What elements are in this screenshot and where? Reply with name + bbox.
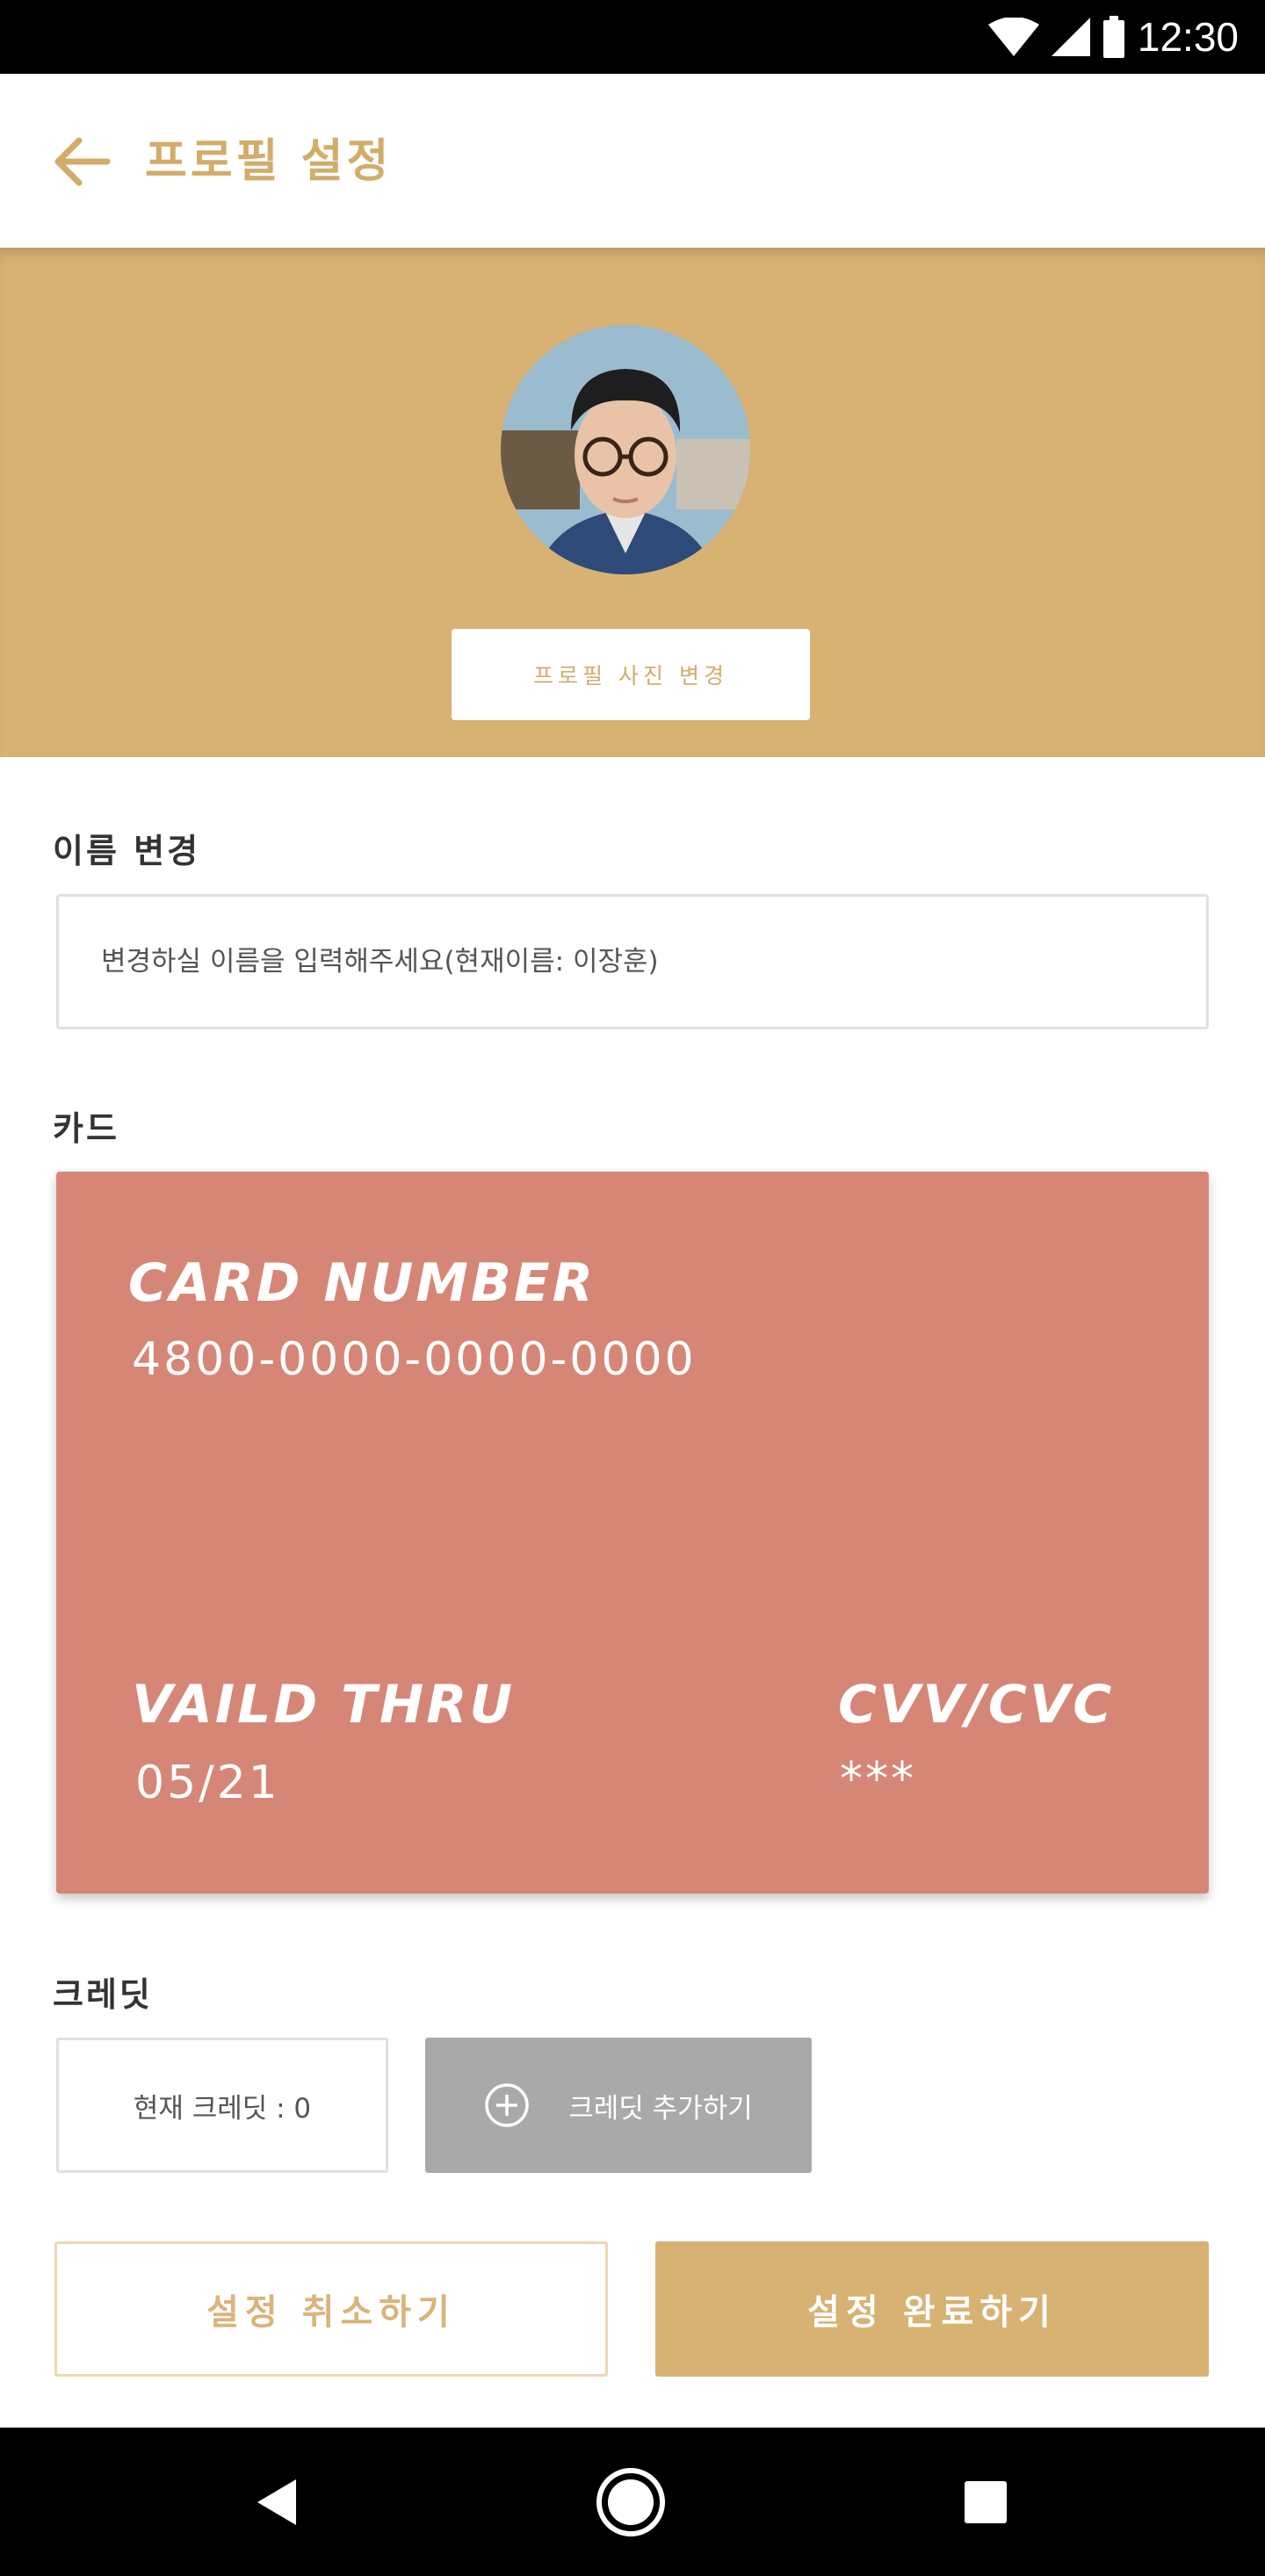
arrow-back-icon bbox=[54, 137, 111, 186]
app-bar: 프로필 설정 bbox=[0, 74, 1265, 248]
name-section-label: 이름 변경 bbox=[53, 832, 201, 870]
add-circle-icon bbox=[485, 2083, 529, 2127]
valid-thru-value: 05/21 bbox=[135, 1757, 280, 1809]
card-section-label: 카드 bbox=[53, 1109, 119, 1148]
nav-recents-button[interactable] bbox=[946, 2463, 1025, 2542]
credit-section-label: 크레딧 bbox=[53, 1975, 153, 2014]
back-button[interactable] bbox=[51, 135, 114, 188]
confirm-settings-button[interactable]: 설정 완료하기 bbox=[655, 2241, 1209, 2377]
battery-icon bbox=[1102, 16, 1124, 58]
circle-home-icon bbox=[596, 2468, 665, 2536]
status-time: 12:30 bbox=[1137, 14, 1239, 60]
change-photo-button[interactable]: 프로필 사진 변경 bbox=[452, 629, 810, 720]
nav-back-button[interactable] bbox=[237, 2463, 316, 2542]
cellular-signal-icon bbox=[1051, 18, 1090, 56]
nav-home-button[interactable] bbox=[591, 2463, 670, 2542]
add-credit-button[interactable]: 크레딧 추가하기 bbox=[425, 2038, 812, 2173]
cvv-value: *** bbox=[840, 1753, 916, 1806]
current-credit-text: 현재 크레딧 : 0 bbox=[133, 2092, 312, 2125]
status-bar: 12:30 bbox=[0, 0, 1265, 74]
profile-header: 프로필 사진 변경 bbox=[0, 248, 1265, 757]
square-recents-icon bbox=[965, 2481, 1007, 2523]
status-icons: 12:30 bbox=[987, 0, 1239, 74]
triangle-back-icon bbox=[257, 2479, 296, 2525]
wifi-icon bbox=[987, 18, 1039, 56]
current-credit: 현재 크레딧 : 0 bbox=[56, 2038, 388, 2173]
name-input[interactable] bbox=[56, 894, 1209, 1029]
credit-card[interactable]: CARD NUMBER 4800-0000-0000-0000 VAILD TH… bbox=[56, 1172, 1209, 1894]
profile-photo bbox=[501, 325, 750, 574]
card-number: 4800-0000-0000-0000 bbox=[132, 1333, 697, 1386]
card-number-heading: CARD NUMBER bbox=[128, 1252, 596, 1314]
valid-thru-heading: VAILD THRU bbox=[132, 1674, 516, 1735]
cancel-settings-button[interactable]: 설정 취소하기 bbox=[54, 2241, 608, 2377]
system-nav-bar bbox=[0, 2428, 1265, 2576]
avatar[interactable] bbox=[501, 325, 750, 574]
add-credit-label: 크레딧 추가하기 bbox=[568, 2092, 753, 2125]
cvv-heading: CVV/CVC bbox=[838, 1674, 1115, 1735]
page-title: 프로필 설정 bbox=[145, 135, 393, 188]
